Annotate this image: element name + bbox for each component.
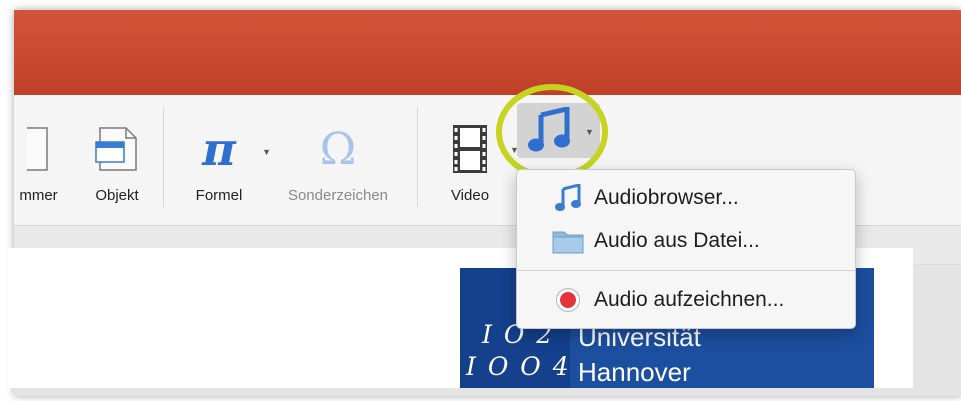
logo-digits-bottom: I O O 4	[466, 352, 571, 381]
ribbon-separator	[417, 107, 418, 207]
menu-item-label: Audio aufzeichnen...	[594, 288, 785, 311]
omega-icon: Ω	[319, 123, 357, 175]
menu-item-label: Audiobrowser...	[594, 186, 739, 209]
equation-button[interactable]: π ▼ Formel	[182, 95, 272, 215]
menu-item-record-audio[interactable]: Audio aufzeichnen...	[517, 281, 855, 319]
object-button[interactable]: Objekt	[84, 95, 150, 215]
music-note-icon	[551, 184, 585, 212]
video-label: Video	[450, 187, 490, 204]
slide-number-label: mmer	[19, 187, 58, 204]
title-bar	[14, 10, 961, 95]
audio-dropdown-menu: Audiobrowser... Audio aus Datei... Audio…	[516, 169, 856, 329]
ribbon-separator	[163, 107, 164, 207]
menu-item-audio-from-file[interactable]: Audio aus Datei...	[517, 222, 855, 260]
equation-label: Formel	[195, 187, 243, 204]
folder-icon	[551, 228, 585, 254]
pi-icon: π ▼	[202, 122, 272, 176]
menu-item-label: Audio aus Datei...	[594, 229, 760, 252]
object-label: Objekt	[95, 187, 139, 204]
slide-number-button[interactable]: mmer	[14, 95, 69, 215]
menu-item-audiobrowser[interactable]: Audiobrowser...	[517, 179, 855, 217]
highlight-circle	[496, 84, 608, 180]
film-icon: ▼	[452, 115, 519, 183]
symbol-label: Sonderzeichen	[287, 187, 389, 204]
object-icon	[94, 115, 140, 183]
page-icon	[26, 115, 57, 183]
video-button[interactable]: ▼ Video	[439, 95, 519, 215]
menu-separator	[517, 270, 855, 271]
logo-city: Hannover	[578, 357, 691, 387]
symbol-button[interactable]: Ω Sonderzeichen	[268, 95, 408, 215]
record-icon	[551, 287, 585, 313]
